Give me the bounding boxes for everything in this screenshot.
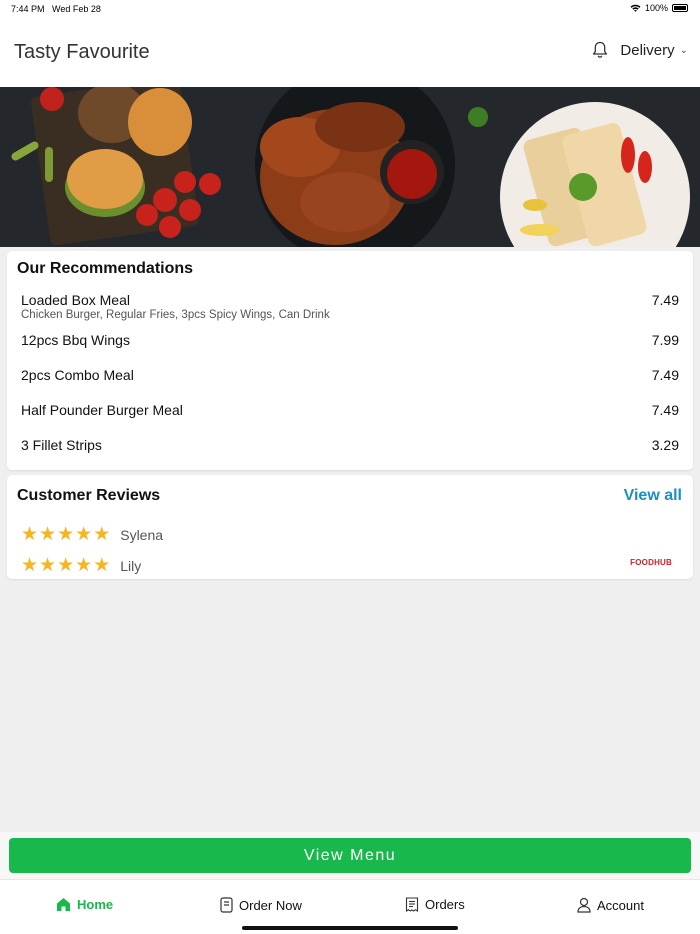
- menu-item[interactable]: Loaded Box Meal 7.49 Chicken Burger, Reg…: [21, 292, 679, 322]
- menu-item-price: 3.29: [651, 437, 679, 453]
- view-menu-button[interactable]: View Menu: [9, 838, 691, 873]
- menu-item-description: Chicken Burger, Regular Fries, 3pcs Spic…: [21, 309, 330, 321]
- star-icon: ★: [57, 524, 75, 545]
- header-actions: Delivery ⌄: [592, 41, 688, 59]
- star-icon: ★: [39, 555, 57, 576]
- menu-item-price: 7.49: [651, 367, 679, 383]
- review-item[interactable]: ★ ★ ★ ★ ★ Sylena: [21, 525, 163, 544]
- star-icon: ★: [93, 524, 111, 545]
- tab-orders[interactable]: Orders: [405, 897, 465, 912]
- reviewer-name: Sylena: [120, 526, 164, 543]
- view-menu-bar: View Menu: [0, 832, 700, 879]
- receipt-icon: [405, 897, 419, 912]
- star-rating: ★ ★ ★ ★ ★: [21, 556, 110, 575]
- delivery-selector[interactable]: Delivery ⌄: [620, 42, 688, 59]
- star-icon: ★: [75, 555, 93, 576]
- status-indicators: 100%: [630, 3, 688, 13]
- user-icon: [577, 897, 591, 913]
- battery-percent: 100%: [644, 3, 668, 13]
- tab-account[interactable]: Account: [577, 897, 644, 913]
- app-header: Tasty Favourite Delivery ⌄: [0, 17, 700, 87]
- menu-item-name: Half Pounder Burger Meal: [21, 402, 183, 418]
- home-indicator: [242, 926, 458, 930]
- tab-home[interactable]: Home: [56, 897, 113, 912]
- star-rating: ★ ★ ★ ★ ★: [21, 525, 110, 544]
- order-now-icon: [220, 897, 233, 913]
- tab-label: Account: [597, 897, 644, 913]
- review-item[interactable]: ★ ★ ★ ★ ★ Lily: [21, 556, 141, 575]
- foodhub-logo: FOODHUB: [630, 558, 672, 567]
- page-title: Tasty Favourite: [14, 41, 150, 63]
- star-icon: ★: [57, 555, 75, 576]
- menu-item[interactable]: 2pcs Combo Meal 7.49: [21, 367, 679, 387]
- menu-item[interactable]: 12pcs Bbq Wings 7.99: [21, 332, 679, 352]
- menu-item-price: 7.49: [651, 402, 679, 418]
- reviews-title: Customer Reviews: [17, 487, 161, 504]
- menu-item-name: 3 Fillet Strips: [21, 437, 102, 453]
- menu-item-price: 7.49: [651, 292, 679, 308]
- menu-item[interactable]: Half Pounder Burger Meal 7.49: [21, 402, 679, 422]
- bell-icon[interactable]: [592, 41, 608, 59]
- status-bar: 7:44 PM Wed Feb 28 100%: [0, 0, 700, 17]
- chevron-down-icon: ⌄: [679, 44, 688, 56]
- hero-banner: [0, 87, 700, 247]
- menu-item[interactable]: 3 Fillet Strips 3.29: [21, 437, 679, 457]
- recommendations-title: Our Recommendations: [17, 260, 194, 277]
- recommendations-card: Our Recommendations Loaded Box Meal 7.49…: [7, 251, 693, 470]
- tab-order-now[interactable]: Order Now: [220, 897, 302, 913]
- food-banner-image: [0, 87, 700, 247]
- reviews-card: Customer Reviews View all ★ ★ ★ ★ ★ Syle…: [7, 475, 693, 579]
- delivery-label: Delivery: [620, 41, 675, 59]
- menu-item-name: 2pcs Combo Meal: [21, 367, 134, 383]
- home-icon: [57, 898, 70, 911]
- tab-label: Orders: [425, 897, 465, 912]
- tab-label: Order Now: [239, 897, 302, 913]
- menu-item-name: Loaded Box Meal: [21, 292, 130, 308]
- tab-label: Home: [77, 897, 114, 912]
- status-time: 7:44 PM Wed Feb 28: [11, 4, 101, 14]
- star-icon: ★: [39, 524, 57, 545]
- menu-item-name: 12pcs Bbq Wings: [21, 332, 130, 348]
- menu-item-price: 7.99: [651, 332, 679, 348]
- battery-icon: [672, 4, 688, 12]
- bottom-tab-bar: Home Order Now Orders Account: [0, 879, 700, 934]
- star-icon: ★: [93, 555, 111, 576]
- wifi-icon: [630, 4, 641, 12]
- star-icon: ★: [21, 555, 39, 576]
- star-icon: ★: [21, 524, 39, 545]
- star-icon: ★: [75, 524, 93, 545]
- view-all-link[interactable]: View all: [624, 487, 682, 505]
- reviewer-name: Lily: [120, 557, 142, 574]
